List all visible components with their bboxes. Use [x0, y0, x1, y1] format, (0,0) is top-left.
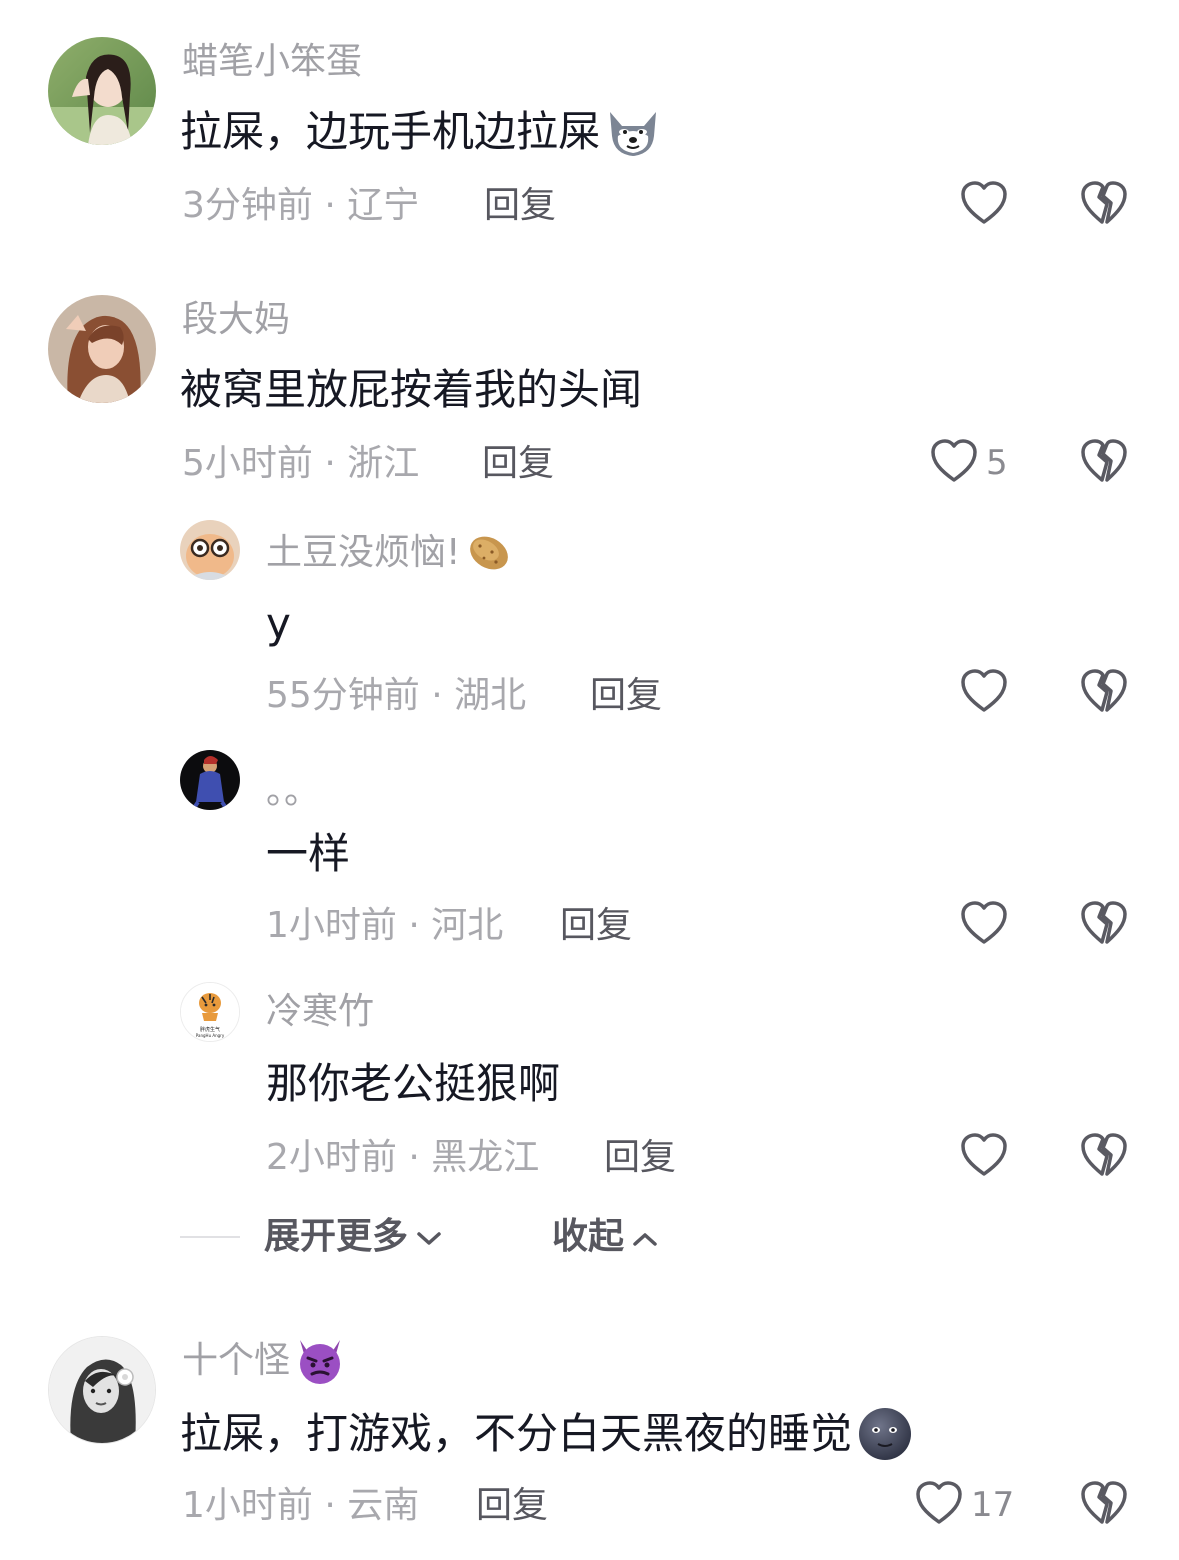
like-button[interactable]: 5	[930, 438, 1008, 488]
dislike-button[interactable]	[1080, 438, 1128, 488]
like-button[interactable]	[960, 900, 1008, 950]
like-button[interactable]	[960, 668, 1008, 718]
reply-button[interactable]: 回复	[476, 1484, 548, 1528]
dislike-button[interactable]	[1080, 668, 1128, 718]
heart-icon	[930, 438, 978, 488]
avatar-caption-en: PangHu Angry	[196, 1033, 225, 1038]
comment-text: 被窝里放屁按着我的头闻	[180, 365, 643, 414]
comment-meta: 3分钟前 · 辽宁	[182, 185, 420, 226]
reply-meta: 2小时前 · 黑龙江	[266, 1137, 540, 1178]
comment-username[interactable]: 段大妈	[182, 298, 290, 342]
avatar[interactable]	[48, 295, 156, 403]
reply-meta: 55分钟前 · 湖北	[266, 675, 527, 716]
broken-heart-icon	[1080, 438, 1128, 488]
avatar[interactable]	[48, 1336, 156, 1444]
dislike-button[interactable]	[1080, 1132, 1128, 1182]
comment-meta: 1小时前 · 云南	[182, 1485, 420, 1526]
smiling-devil-emoji-icon	[294, 1336, 346, 1386]
like-button[interactable]	[960, 180, 1008, 230]
broken-heart-icon	[1080, 180, 1128, 230]
dislike-button[interactable]	[1080, 180, 1128, 230]
heart-icon	[960, 1132, 1008, 1182]
avatar[interactable]	[180, 750, 240, 810]
reply-username[interactable]: 冷寒竹	[266, 990, 374, 1034]
reply-button[interactable]: 回复	[590, 674, 662, 718]
comment-username[interactable]: 蜡笔小笨蛋	[182, 40, 362, 84]
broken-heart-icon	[1080, 1480, 1128, 1530]
reply-button[interactable]: 回复	[560, 904, 632, 948]
reply-meta: 1小时前 · 河北	[266, 905, 504, 946]
reply-username[interactable]: 土豆没烦恼!	[266, 530, 514, 576]
broken-heart-icon	[1080, 1132, 1128, 1182]
reply-text: y	[266, 599, 291, 648]
new-moon-face-emoji-icon	[856, 1406, 914, 1462]
reply-text: 一样	[266, 829, 351, 878]
reply-button[interactable]: 回复	[484, 184, 556, 228]
heart-icon	[960, 668, 1008, 718]
avatar-caption: 胖虎生气	[200, 1026, 220, 1033]
heart-icon	[960, 180, 1008, 230]
comment-meta: 5小时前 · 浙江	[182, 443, 420, 484]
like-count: 17	[971, 1485, 1015, 1525]
avatar[interactable]: 胖虎生气 PangHu Angry	[180, 982, 240, 1042]
comment-text: 拉屎，打游戏，不分白天黑夜的睡觉	[180, 1406, 914, 1462]
reply-button[interactable]: 回复	[482, 442, 554, 486]
avatar[interactable]	[48, 37, 156, 145]
like-button[interactable]: 17	[915, 1480, 1014, 1530]
chevron-up-icon	[632, 1212, 658, 1262]
comment-text: 拉屎，边玩手机边拉屎	[180, 106, 662, 158]
like-count: 5	[986, 443, 1008, 483]
comment-username[interactable]: 十个怪	[182, 1336, 346, 1386]
avatar[interactable]	[180, 520, 240, 580]
broken-heart-icon	[1080, 900, 1128, 950]
reply-text: 那你老公挺狠啊	[266, 1059, 561, 1108]
reply-button[interactable]: 回复	[604, 1136, 676, 1180]
heart-icon	[960, 900, 1008, 950]
replies-toggle-row: 展开更多 收起	[180, 1212, 880, 1262]
dislike-button[interactable]	[1080, 900, 1128, 950]
broken-heart-icon	[1080, 668, 1128, 718]
potato-emoji-icon	[464, 530, 514, 576]
wolf-emoji-icon	[604, 106, 662, 158]
collapse-button[interactable]: 收起	[552, 1212, 658, 1262]
heart-icon	[915, 1480, 963, 1530]
divider	[180, 1236, 240, 1238]
like-button[interactable]	[960, 1132, 1008, 1182]
reply-username[interactable]: 。。	[266, 770, 320, 814]
dislike-button[interactable]	[1080, 1480, 1128, 1530]
chevron-down-icon	[416, 1212, 442, 1262]
expand-more-button[interactable]: 展开更多	[264, 1212, 442, 1262]
